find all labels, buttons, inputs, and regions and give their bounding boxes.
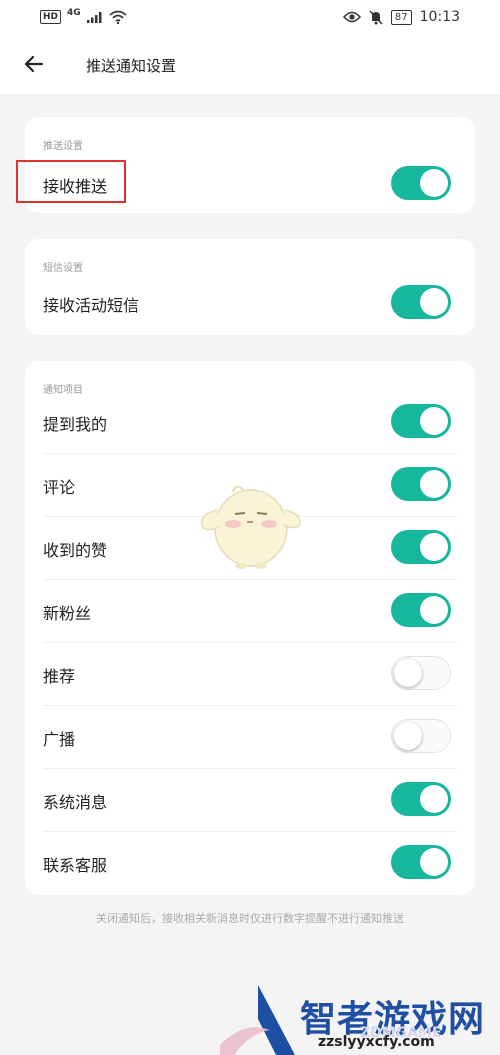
toggle-knob bbox=[420, 848, 448, 876]
status-bar: HD 4G 87 10:13 bbox=[0, 0, 500, 36]
watermark-url: zzslyyxcfy.com bbox=[318, 1034, 435, 1050]
setting-row-recommend[interactable]: 推荐 bbox=[25, 643, 475, 706]
setting-label: 接收活动短信 bbox=[43, 296, 140, 315]
toggle-customer-service[interactable] bbox=[391, 845, 451, 879]
setting-row-system-messages[interactable]: 系统消息 bbox=[25, 769, 475, 832]
clock: 10:13 bbox=[419, 9, 460, 25]
setting-row-customer-service[interactable]: 联系客服 bbox=[25, 832, 475, 895]
toggle-knob bbox=[394, 659, 422, 687]
setting-label: 收到的赞 bbox=[43, 541, 108, 560]
setting-label: 广播 bbox=[43, 730, 76, 749]
footnote-text: 关闭通知后，接收相关新消息时仅进行数字提醒不进行通知推送 bbox=[96, 912, 404, 925]
toggle-knob bbox=[420, 785, 448, 813]
setting-label: 提到我的 bbox=[43, 415, 108, 434]
network-type: 4G bbox=[67, 8, 81, 18]
setting-label: 新粉丝 bbox=[43, 604, 92, 623]
setting-label: 联系客服 bbox=[43, 856, 108, 875]
section-label-push: 推送设置 bbox=[43, 141, 83, 152]
setting-label: 系统消息 bbox=[43, 793, 108, 812]
setting-row-activity-sms[interactable]: 接收活动短信 bbox=[25, 272, 475, 335]
toggle-knob bbox=[420, 288, 448, 316]
hd-badge: HD bbox=[40, 10, 62, 24]
mute-bell-icon bbox=[369, 9, 383, 25]
toggle-likes[interactable] bbox=[391, 530, 451, 564]
toggle-activity-sms[interactable] bbox=[391, 285, 451, 319]
sms-settings-card: 短信设置 接收活动短信 bbox=[25, 239, 475, 335]
eye-icon bbox=[342, 11, 361, 23]
page-title: 推送通知设置 bbox=[86, 57, 177, 75]
toggle-receive-push[interactable] bbox=[391, 166, 451, 200]
setting-label: 评论 bbox=[43, 478, 76, 497]
status-left: HD 4G bbox=[40, 8, 127, 24]
toggle-broadcast[interactable] bbox=[391, 719, 451, 753]
signal-icon bbox=[86, 12, 102, 23]
app-header: 推送通知设置 bbox=[0, 36, 500, 94]
chick-mascot-icon bbox=[200, 485, 301, 569]
toggle-knob bbox=[394, 722, 422, 750]
toggle-system-messages[interactable] bbox=[391, 782, 451, 816]
watermark-logo-icon bbox=[220, 985, 295, 1055]
setting-row-broadcast[interactable]: 广播 bbox=[25, 706, 475, 769]
setting-row-mentions[interactable]: 提到我的 bbox=[25, 391, 475, 454]
wifi-icon bbox=[109, 10, 127, 24]
toggle-new-fans[interactable] bbox=[391, 593, 451, 627]
toggle-knob bbox=[420, 470, 448, 498]
notify-items-card: 通知项目 提到我的 评论 收到的赞 新粉丝 推荐 广播 系统消息 联系客服 bbox=[25, 361, 475, 895]
toggle-comments[interactable] bbox=[391, 467, 451, 501]
toggle-recommend[interactable] bbox=[391, 656, 451, 690]
back-arrow-icon[interactable] bbox=[22, 52, 46, 76]
highlight-box bbox=[16, 160, 126, 203]
toggle-knob bbox=[420, 169, 448, 197]
setting-label: 推荐 bbox=[43, 667, 76, 686]
toggle-knob bbox=[420, 407, 448, 435]
battery-level: 87 bbox=[390, 9, 412, 25]
toggle-knob bbox=[420, 596, 448, 624]
status-right: 87 10:13 bbox=[342, 9, 460, 25]
toggle-knob bbox=[420, 533, 448, 561]
setting-row-new-fans[interactable]: 新粉丝 bbox=[25, 580, 475, 643]
toggle-mentions[interactable] bbox=[391, 404, 451, 438]
